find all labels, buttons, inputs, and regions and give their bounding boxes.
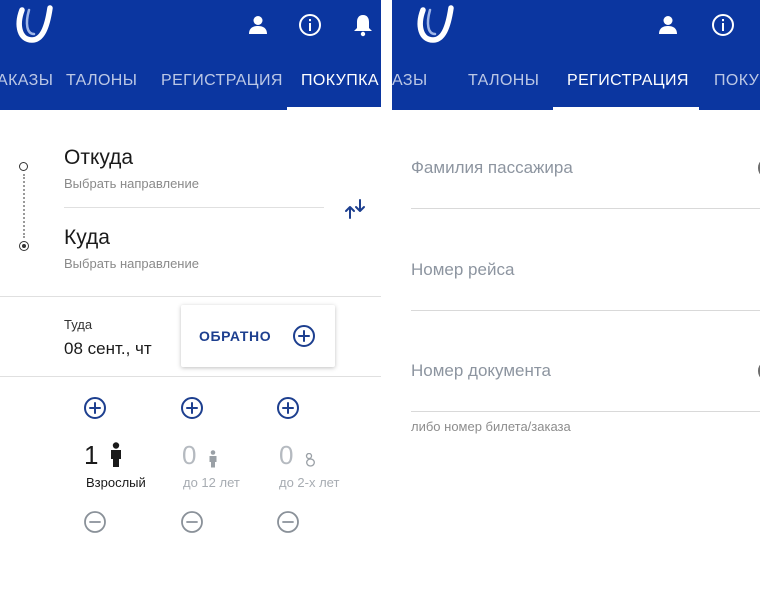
tab-purchase[interactable]: ПОКУПКА bbox=[301, 72, 379, 90]
child-label: до 12 лет bbox=[183, 475, 240, 490]
user-icon[interactable] bbox=[655, 12, 681, 38]
purchase-screen: АКАЗЫ ТАЛОНЫ РЕГИСТРАЦИЯ ПОКУПКА Откуда … bbox=[0, 0, 381, 594]
depart-label: Туда bbox=[64, 317, 93, 332]
tab-orders[interactable]: АЗЫ bbox=[392, 72, 428, 90]
increment-infant-icon[interactable] bbox=[276, 396, 300, 420]
from-title[interactable]: Откуда bbox=[64, 146, 133, 170]
tab-orders[interactable]: АКАЗЫ bbox=[0, 72, 53, 90]
field-underline bbox=[411, 208, 760, 209]
passenger-surname-field[interactable]: Фамилия пассажира bbox=[411, 158, 573, 178]
divider bbox=[0, 376, 381, 377]
to-title[interactable]: Куда bbox=[64, 226, 110, 250]
tab-bar: АЗЫ ТАЛОНЫ РЕГИСТРАЦИЯ ПОКУ bbox=[392, 64, 760, 110]
decrement-adult-icon[interactable] bbox=[83, 510, 107, 534]
decrement-child-icon[interactable] bbox=[180, 510, 204, 534]
tab-purchase[interactable]: ПОКУ bbox=[714, 72, 759, 90]
return-date-button[interactable]: ОБРАТНО bbox=[181, 305, 335, 367]
passenger-infant: 0 до 2-х лет bbox=[268, 396, 368, 536]
passenger-adult: 1 Взрослый bbox=[75, 396, 175, 536]
from-placeholder[interactable]: Выбрать направление bbox=[64, 176, 199, 191]
divider bbox=[0, 296, 381, 297]
route-connector bbox=[23, 174, 25, 238]
origin-dot-icon bbox=[19, 162, 28, 171]
app-header: АКАЗЫ ТАЛОНЫ РЕГИСТРАЦИЯ ПОКУПКА bbox=[0, 0, 381, 110]
panel-gap bbox=[381, 0, 392, 594]
increment-child-icon[interactable] bbox=[180, 396, 204, 420]
infant-label: до 2-х лет bbox=[279, 475, 340, 490]
child-count: 0 bbox=[182, 440, 197, 470]
passenger-child: 0 до 12 лет bbox=[172, 396, 272, 536]
adult-label: Взрослый bbox=[86, 475, 146, 490]
destination-dot-icon bbox=[19, 241, 29, 251]
logo-icon bbox=[417, 5, 454, 43]
user-icon[interactable] bbox=[245, 12, 271, 38]
swap-direction-icon[interactable] bbox=[342, 196, 368, 222]
adult-count: 1 bbox=[84, 440, 99, 470]
document-number-field[interactable]: Номер документа bbox=[411, 361, 551, 381]
document-hint: либо номер билета/заказа bbox=[411, 419, 571, 434]
flight-number-field[interactable]: Номер рейса bbox=[411, 260, 514, 280]
tab-boarding-passes[interactable]: ТАЛОНЫ bbox=[66, 72, 137, 90]
decrement-infant-icon[interactable] bbox=[276, 510, 300, 534]
divider bbox=[64, 207, 324, 208]
infant-icon bbox=[305, 453, 315, 467]
adult-icon bbox=[111, 442, 121, 467]
logo-icon bbox=[16, 5, 53, 43]
increment-adult-icon[interactable] bbox=[83, 396, 107, 420]
active-tab-indicator bbox=[287, 107, 381, 110]
depart-date[interactable]: 08 сент., чт bbox=[64, 339, 152, 359]
info-icon[interactable] bbox=[297, 12, 323, 38]
field-underline bbox=[411, 310, 760, 311]
return-label: ОБРАТНО bbox=[199, 328, 272, 344]
plus-circle-icon bbox=[293, 325, 315, 347]
active-tab-indicator bbox=[553, 107, 699, 110]
child-icon bbox=[209, 450, 217, 468]
field-underline bbox=[411, 411, 760, 412]
tab-checkin[interactable]: РЕГИСТРАЦИЯ bbox=[161, 72, 283, 90]
tab-boarding-passes[interactable]: ТАЛОНЫ bbox=[468, 72, 539, 90]
bell-icon[interactable] bbox=[350, 12, 376, 38]
info-icon[interactable] bbox=[710, 12, 736, 38]
to-placeholder[interactable]: Выбрать направление bbox=[64, 256, 199, 271]
app-header: АЗЫ ТАЛОНЫ РЕГИСТРАЦИЯ ПОКУ bbox=[392, 0, 760, 110]
checkin-screen: АЗЫ ТАЛОНЫ РЕГИСТРАЦИЯ ПОКУ Фамилия пасс… bbox=[392, 0, 760, 594]
tab-bar: АКАЗЫ ТАЛОНЫ РЕГИСТРАЦИЯ ПОКУПКА bbox=[0, 64, 381, 110]
tab-checkin[interactable]: РЕГИСТРАЦИЯ bbox=[567, 72, 689, 90]
infant-count: 0 bbox=[279, 440, 294, 470]
